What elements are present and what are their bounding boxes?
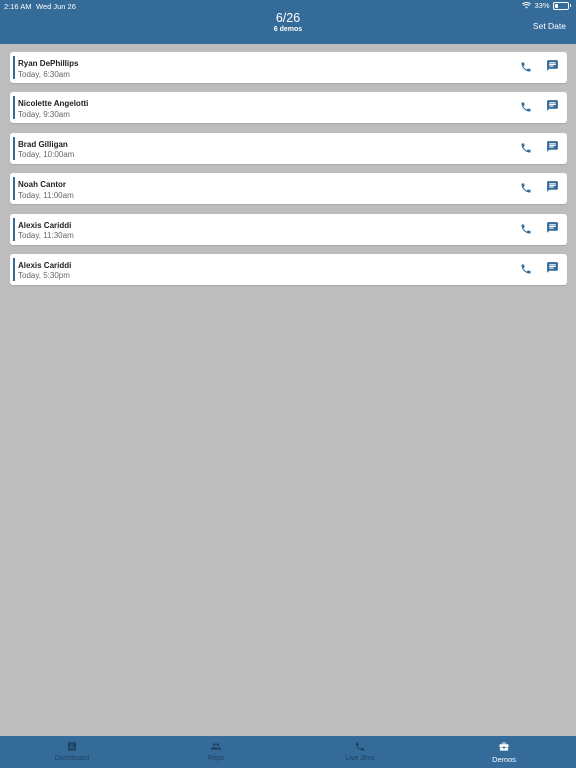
card-accent-bar bbox=[13, 96, 15, 120]
call-icon[interactable] bbox=[520, 60, 532, 72]
tab-label: Live Jims bbox=[345, 755, 375, 762]
card-accent-bar bbox=[13, 257, 15, 281]
card-accent-bar bbox=[13, 177, 15, 201]
demo-customer-name: Alexis Cariddi bbox=[18, 260, 72, 270]
tab-dashboard[interactable]: Dashboard bbox=[0, 736, 144, 768]
demo-card[interactable]: Alexis Cariddi Today, 11:30am bbox=[10, 213, 567, 245]
header-title-group: 6/26 6 demos bbox=[0, 11, 576, 34]
demo-card[interactable]: Brad Gilligan Today, 10:00am bbox=[10, 132, 567, 164]
demo-customer-name: Ryan DePhillips bbox=[18, 59, 79, 68]
demo-time: Today, 11:30am bbox=[18, 231, 74, 241]
demo-card[interactable]: Ryan DePhillips Today, 6:30am bbox=[10, 52, 567, 83]
message-icon[interactable] bbox=[546, 180, 559, 193]
demo-time: Today, 5:30pm bbox=[18, 271, 70, 281]
call-icon[interactable] bbox=[520, 181, 532, 193]
demo-customer-name: Nicolette Angelotti bbox=[18, 99, 89, 109]
demo-customer-name: Brad Gilligan bbox=[18, 139, 68, 149]
tab-reps[interactable]: Reps bbox=[144, 736, 288, 768]
demo-time: Today, 6:30am bbox=[18, 69, 70, 79]
demo-customer-name: Noah Cantor bbox=[18, 180, 66, 190]
status-time: 2:16 AM bbox=[4, 2, 32, 11]
demo-card[interactable]: Noah Cantor Today, 11:00am bbox=[10, 173, 567, 205]
tab-live-jims[interactable]: Live Jims bbox=[288, 736, 432, 768]
battery-percent: 33% bbox=[534, 1, 550, 10]
demo-card[interactable]: Alexis Cariddi Today, 5:30pm bbox=[10, 253, 567, 285]
card-accent-bar bbox=[13, 217, 15, 241]
call-icon[interactable] bbox=[520, 100, 532, 112]
message-icon[interactable] bbox=[546, 221, 559, 234]
tab-demos[interactable]: Demos bbox=[432, 736, 576, 768]
page-subtitle: 6 demos bbox=[273, 26, 303, 33]
page-title: 6/26 bbox=[275, 11, 301, 25]
demo-time: Today, 10:00am bbox=[18, 150, 75, 160]
tab-label: Demos bbox=[492, 755, 516, 764]
card-accent-bar bbox=[13, 136, 15, 160]
demo-list: Ryan DePhillips Today, 6:30am Nicolette An… bbox=[10, 52, 567, 294]
tab-label: Dashboard bbox=[54, 755, 90, 762]
card-accent-bar bbox=[13, 56, 15, 79]
call-icon[interactable] bbox=[520, 141, 532, 153]
message-icon[interactable] bbox=[546, 140, 559, 153]
battery-level bbox=[554, 3, 559, 8]
message-icon[interactable] bbox=[546, 59, 559, 72]
status-right: 33% bbox=[522, 1, 571, 10]
battery-tip bbox=[569, 4, 571, 7]
message-icon[interactable] bbox=[546, 261, 559, 274]
call-icon[interactable] bbox=[520, 262, 532, 274]
demo-card[interactable]: Nicolette Angelotti Today, 9:30am bbox=[10, 92, 567, 124]
tab-bar: Dashboard Reps Live Jims Demos bbox=[0, 736, 576, 768]
nav-header: 2:16 AM Wed Jun 26 33% 6/26 6 demos Set … bbox=[0, 0, 576, 44]
message-icon[interactable] bbox=[546, 99, 559, 112]
set-date-button[interactable]: Set Date bbox=[533, 21, 566, 31]
demo-customer-name: Alexis Cariddi bbox=[18, 220, 72, 230]
demo-time: Today, 11:00am bbox=[18, 190, 74, 200]
demo-time: Today, 9:30am bbox=[18, 109, 70, 119]
call-icon[interactable] bbox=[520, 222, 532, 234]
wifi-icon bbox=[522, 2, 532, 9]
status-date: Wed Jun 26 bbox=[36, 2, 76, 11]
battery-icon bbox=[552, 1, 569, 10]
tab-label: Reps bbox=[207, 755, 225, 762]
